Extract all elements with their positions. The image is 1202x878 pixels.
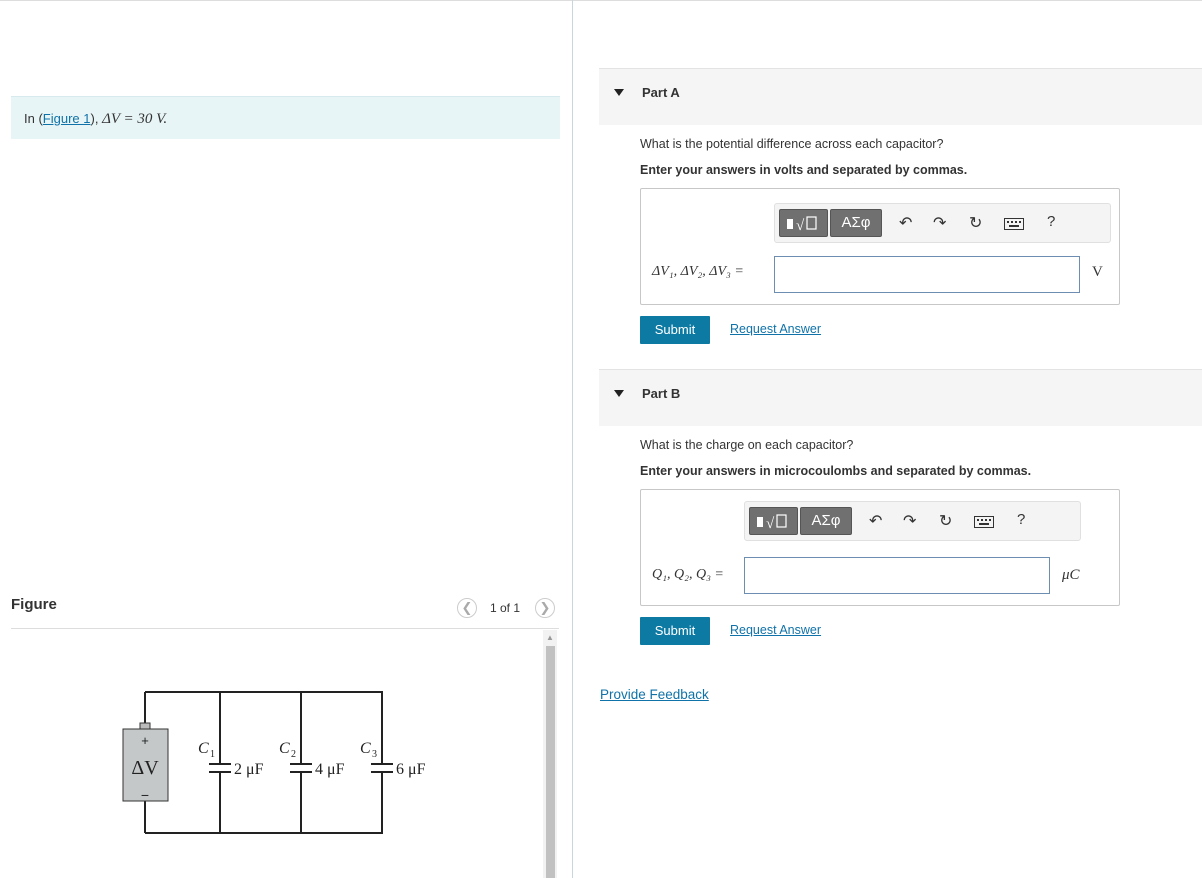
battery-minus-sign: − [141, 787, 149, 803]
c3-subscript: 3 [372, 749, 377, 760]
intro-text-2: ), [90, 111, 103, 126]
svg-text:√: √ [796, 218, 805, 234]
part-a-instruction: Enter your answers in volts and separate… [640, 163, 968, 177]
greek-symbols-button[interactable]: ΑΣφ [830, 209, 882, 237]
collapse-triangle-icon[interactable] [614, 89, 624, 96]
undo-icon[interactable]: ↶ [899, 213, 912, 233]
c1-value: 2 μF [234, 761, 264, 778]
figure-rule [11, 628, 559, 629]
part-a-title: Part A [642, 85, 680, 100]
undo-icon[interactable]: ↶ [869, 511, 882, 531]
part-b-label: Q₁, Q₂, Q₃ = [652, 567, 724, 582]
figure-link[interactable]: Figure 1 [43, 111, 91, 126]
help-icon[interactable]: ? [1047, 213, 1055, 230]
template-button[interactable]: √ [779, 209, 828, 237]
redo-icon[interactable]: ↷ [903, 511, 916, 531]
part-b-title: Part B [642, 386, 681, 401]
template-button[interactable]: √ [749, 507, 798, 535]
part-a-unit: V [1092, 264, 1103, 280]
redo-icon[interactable]: ↷ [933, 213, 946, 233]
part-a-request-answer-link[interactable]: Request Answer [730, 322, 821, 336]
battery-plus-sign: + [141, 733, 149, 748]
greek-symbols-button[interactable]: ΑΣφ [800, 507, 852, 535]
part-b-answer-input[interactable] [744, 557, 1050, 594]
scrollbar-thumb[interactable] [546, 646, 555, 878]
part-a-submit-button[interactable]: Submit [640, 316, 710, 344]
part-a-math-toolbar: √ ΑΣφ ↶ ↷ ↻ ? [774, 203, 1111, 243]
scroll-up-arrow-icon[interactable]: ▲ [546, 633, 554, 642]
reset-icon[interactable]: ↻ [969, 213, 982, 233]
circuit-diagram: + ΔV − C 1 2 μF C 2 4 μF C 3 6 μF [122, 691, 426, 834]
c1-subscript: 1 [210, 749, 215, 760]
part-b-math-toolbar: √ ΑΣφ ↶ ↷ ↻ ? [744, 501, 1081, 541]
top-border [0, 0, 1202, 1]
keyboard-icon[interactable] [974, 516, 994, 528]
chevron-right-icon: ❯ [539, 600, 551, 615]
template-icon: √ [757, 514, 787, 532]
c2-subscript: 2 [291, 749, 296, 760]
c3-label: C [360, 740, 371, 757]
part-b-instruction: Enter your answers in microcoulombs and … [640, 464, 1032, 478]
part-a-label: ΔV₁, ΔV₂, ΔV₃ = [652, 264, 744, 279]
c2-value: 4 μF [315, 761, 345, 778]
part-b-header[interactable]: Part B [599, 369, 1202, 426]
part-a-header[interactable]: Part A [599, 68, 1202, 125]
c2-label: C [279, 740, 290, 757]
intro-formula: ΔV = 30 V. [102, 111, 168, 127]
provide-feedback-link[interactable]: Provide Feedback [600, 687, 709, 702]
battery-label: ΔV [131, 757, 159, 779]
prev-figure-button[interactable]: ❮ [457, 598, 477, 618]
part-b-answer-box: √ ΑΣφ ↶ ↷ ↻ ? Q₁, Q₂, Q₃ = μC [640, 489, 1120, 606]
keyboard-icon[interactable] [1004, 218, 1024, 230]
panel-divider [572, 0, 573, 878]
part-b-request-answer-link[interactable]: Request Answer [730, 623, 821, 637]
template-icon: √ [787, 216, 817, 234]
collapse-triangle-icon[interactable] [614, 390, 624, 397]
chevron-left-icon: ❮ [461, 600, 473, 615]
c1-label: C [198, 740, 209, 757]
reset-icon[interactable]: ↻ [939, 511, 952, 531]
part-b-submit-button[interactable]: Submit [640, 617, 710, 645]
help-icon[interactable]: ? [1017, 511, 1025, 528]
intro-text: In ( [24, 111, 43, 126]
battery-terminal [139, 722, 151, 730]
svg-text:√: √ [766, 516, 775, 532]
c3-value: 6 μF [396, 761, 426, 778]
next-figure-button[interactable]: ❯ [535, 598, 555, 618]
part-a-answer-box: √ ΑΣφ ↶ ↷ ↻ ? ΔV₁, ΔV₂, ΔV₃ = V [640, 188, 1120, 305]
problem-intro: In (Figure 1), ΔV = 30 V. [11, 96, 560, 139]
part-a-answer-input[interactable] [774, 256, 1080, 293]
part-b-question: What is the charge on each capacitor? [640, 438, 854, 452]
figure-pager: 1 of 1 [490, 601, 521, 615]
part-a-question: What is the potential difference across … [640, 137, 944, 151]
part-b-unit: μC [1062, 567, 1080, 583]
figure-heading: Figure [11, 596, 57, 613]
